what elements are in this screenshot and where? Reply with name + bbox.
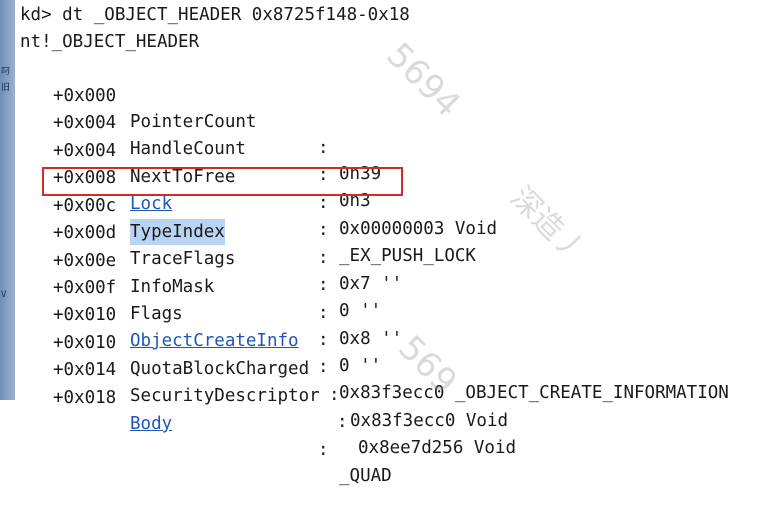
field-value: 0x83f3ecc0 Void: [350, 411, 509, 431]
field-value: 0 '': [339, 301, 382, 321]
field-value: _EX_PUSH_LOCK: [339, 246, 476, 266]
field-name: HandleCount: [130, 139, 246, 159]
command-line: kd> dt _OBJECT_HEADER 0x8725f148-0x18: [20, 5, 410, 25]
field-offset: +0x00d: [53, 223, 117, 243]
field-type-link-body[interactable]: Body: [130, 411, 172, 437]
struct-field-row: +0x008 Lock : _EX_PUSH_LOCK: [0, 139, 476, 266]
field-offset: +0x018: [53, 388, 117, 408]
struct-field-row: +0x014 SecurityDescriptor : 0x8ee7d256 V…: [0, 331, 516, 458]
field-name: QuotaBlockCharged: [130, 359, 310, 379]
field-value: 0x8ee7d256 Void: [358, 438, 517, 458]
field-separator: :: [318, 138, 329, 158]
field-name-selected[interactable]: TypeIndex: [130, 219, 225, 245]
red-annotation-box: [42, 167, 403, 196]
debugger-console-output: kd> dt _OBJECT_HEADER 0x8725f148-0x18 nt…: [0, 0, 765, 486]
field-offset: +0x000: [53, 86, 117, 106]
struct-field-row: +0x00d TraceFlags : 0 '': [0, 194, 381, 321]
field-offset: +0x014: [53, 360, 117, 380]
field-separator: :: [318, 220, 329, 240]
field-offset: +0x00c: [53, 196, 117, 216]
field-offset: +0x00f: [53, 278, 117, 298]
struct-field-row: +0x000 PointerCount : 0n39: [0, 57, 381, 184]
struct-field-row: +0x010 QuotaBlockCharged : 0x83f3ecc0 Vo…: [0, 304, 508, 431]
field-name: TraceFlags: [130, 249, 236, 269]
field-name: PointerCount: [130, 112, 257, 132]
field-value: 0 '': [339, 356, 382, 376]
field-value: 0x8 '': [339, 329, 403, 349]
field-offset: +0x010: [53, 333, 117, 353]
field-type-link-objectcreateinfo[interactable]: ObjectCreateInfo: [130, 328, 299, 354]
field-offset: +0x00e: [53, 251, 117, 271]
field-name: InfoMask: [130, 277, 215, 297]
field-separator: :: [318, 248, 329, 268]
field-separator: :: [329, 385, 340, 405]
field-name: Flags: [130, 304, 183, 324]
struct-field-row: +0x004 HandleCount : 0n3: [0, 84, 371, 211]
struct-field-row: +0x00e InfoMask : 0x8 '': [0, 222, 402, 349]
field-name: SecurityDescriptor: [130, 386, 320, 406]
struct-field-row: +0x004 NextToFree : 0x00000003 Void: [0, 112, 497, 239]
struct-field-row-selected: +0x00c TypeIndex : 0x7 '': [0, 167, 402, 294]
field-separator: :: [318, 440, 329, 460]
field-value: 0x00000003 Void: [339, 219, 498, 239]
field-separator: :: [318, 275, 329, 295]
field-offset: +0x004: [53, 141, 117, 161]
struct-field-row: +0x018 Body : _QUAD: [0, 359, 392, 486]
field-offset: +0x010: [53, 305, 117, 325]
field-offset: +0x004: [53, 113, 117, 133]
field-separator: :: [318, 357, 329, 377]
struct-field-row: +0x010 ObjectCreateInfo : 0x83f3ecc0 _OB…: [0, 276, 729, 403]
field-separator: :: [337, 412, 348, 432]
field-separator: :: [318, 330, 329, 350]
field-value: 0x83f3ecc0 _OBJECT_CREATE_INFORMATION: [339, 383, 729, 403]
field-separator: :: [318, 303, 329, 323]
field-value: 0x7 '': [339, 274, 403, 294]
type-name-line: nt!_OBJECT_HEADER: [20, 32, 200, 52]
struct-field-row: +0x00f Flags : 0 '': [0, 249, 381, 376]
field-value: _QUAD: [339, 466, 392, 486]
